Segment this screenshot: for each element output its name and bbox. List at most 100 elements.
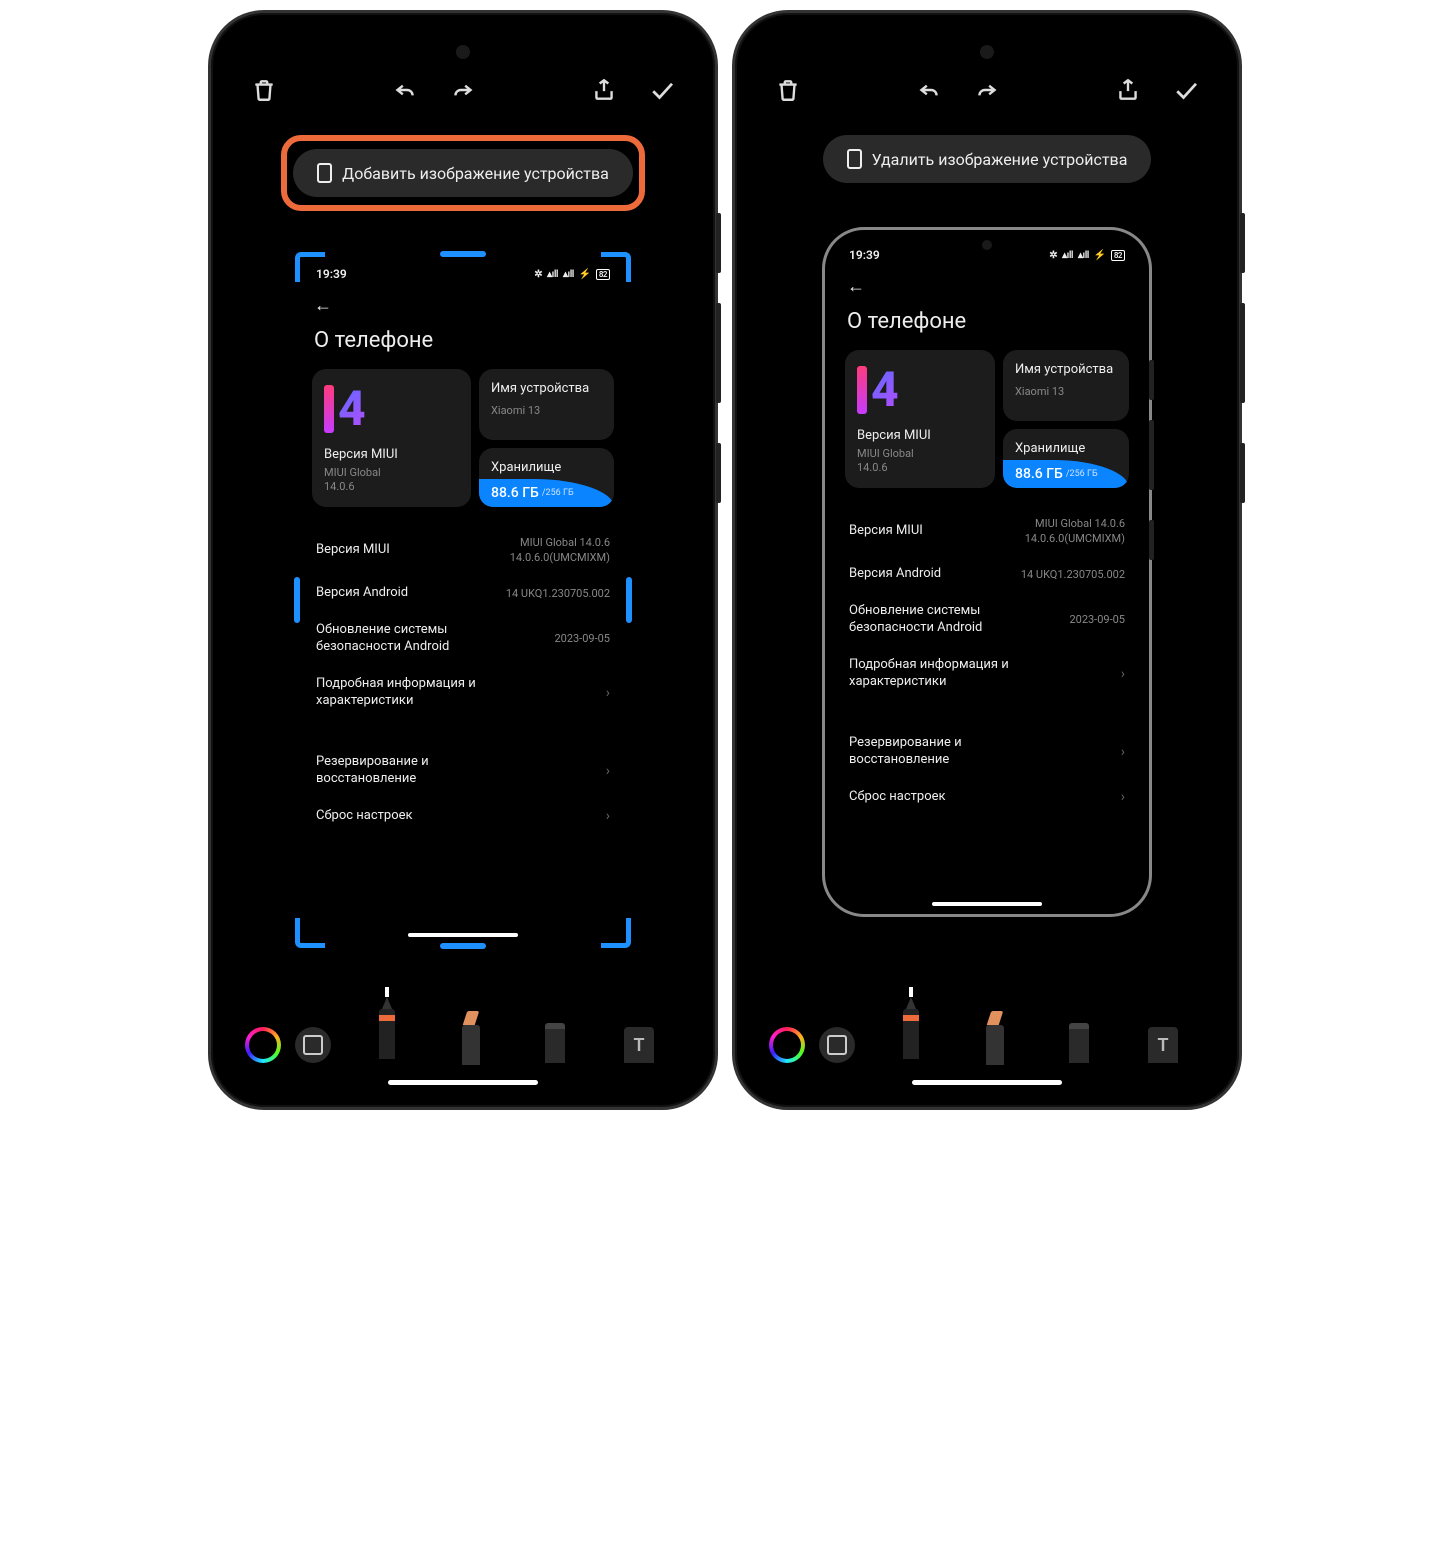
delete-icon[interactable] bbox=[771, 73, 805, 107]
side-button bbox=[716, 213, 721, 273]
page-title: О телефоне bbox=[312, 322, 614, 369]
crop-frame[interactable]: 19:39 ✲▴ıll▴ıll⚡82 ← О телефоне 4 Версия… bbox=[298, 255, 628, 945]
drawing-toolbar: T bbox=[749, 983, 1225, 1093]
list-item[interactable]: Обновление системы безопасности Android2… bbox=[312, 612, 614, 666]
miui-version-card[interactable]: 4 Версия MIUI MIUI Global14.0.6 bbox=[312, 369, 471, 507]
storage-bar: 88.6 ГБ /256 ГБ bbox=[479, 479, 614, 507]
pen-tool[interactable] bbox=[370, 987, 404, 1067]
info-list: Версия MIUIMIUI Global 14.0.614.0.6.0(UM… bbox=[845, 506, 1129, 816]
list-item[interactable]: Версия MIUIMIUI Global 14.0.614.0.6.0(UM… bbox=[845, 506, 1129, 557]
storage-card[interactable]: Хранилище Занято 88.6 ГБ /256 ГБ bbox=[1003, 429, 1129, 488]
screenshot-content: 19:39 ✲▴ıll▴ıll⚡82 ← О телефоне 4 Версия… bbox=[831, 236, 1143, 908]
crop-handle[interactable] bbox=[626, 577, 632, 623]
marker-tool[interactable] bbox=[978, 1011, 1012, 1067]
share-icon[interactable] bbox=[1111, 73, 1145, 107]
status-time: 19:39 bbox=[849, 248, 880, 262]
side-button bbox=[1149, 420, 1154, 490]
device-name-card[interactable]: Имя устройства Xiaomi 13 bbox=[1003, 350, 1129, 421]
crop-handle[interactable] bbox=[601, 252, 631, 282]
crop-handle[interactable] bbox=[294, 577, 300, 623]
undo-icon[interactable] bbox=[912, 73, 946, 107]
camera-dot bbox=[982, 240, 992, 250]
camera-dot bbox=[980, 45, 994, 59]
home-indicator bbox=[932, 902, 1042, 906]
back-icon[interactable]: ← bbox=[845, 272, 1129, 303]
chevron-right-icon: › bbox=[606, 685, 610, 701]
side-button bbox=[716, 443, 721, 503]
device-name-card[interactable]: Имя устройства Xiaomi 13 bbox=[479, 369, 614, 440]
list-item[interactable]: Версия Android14 UKQ1.230705.002 bbox=[312, 575, 614, 612]
undo-icon[interactable] bbox=[388, 73, 422, 107]
list-item[interactable]: Версия Android14 UKQ1.230705.002 bbox=[845, 556, 1129, 593]
eraser-tool[interactable] bbox=[1062, 1023, 1096, 1067]
redo-icon[interactable] bbox=[446, 73, 480, 107]
device-frame-preview[interactable]: 19:39 ✲▴ıll▴ıll⚡82 ← О телефоне 4 Версия… bbox=[822, 227, 1152, 917]
storage-bar: 88.6 ГБ /256 ГБ bbox=[1003, 460, 1129, 488]
delete-icon[interactable] bbox=[247, 73, 281, 107]
text-tool[interactable]: T bbox=[622, 1027, 656, 1067]
phone-mockup-left: Добавить изображение устройства 19:39 ✲▴… bbox=[208, 10, 718, 1110]
chevron-right-icon: › bbox=[1121, 744, 1125, 760]
list-item[interactable]: Обновление системы безопасности Android2… bbox=[845, 593, 1129, 647]
remove-device-frame-button[interactable]: Удалить изображение устройства bbox=[823, 135, 1152, 183]
crop-handle[interactable] bbox=[295, 918, 325, 948]
editor-toolbar bbox=[749, 27, 1225, 117]
side-button bbox=[716, 303, 721, 403]
pen-tool[interactable] bbox=[894, 987, 928, 1067]
pill-label: Добавить изображение устройства bbox=[342, 164, 609, 183]
status-icons: ✲▴ıll▴ıll⚡82 bbox=[1049, 248, 1125, 262]
list-item[interactable]: Подробная информация и характеристики› bbox=[845, 647, 1129, 701]
info-list: Версия MIUIMIUI Global 14.0.614.0.6.0(UM… bbox=[312, 525, 614, 835]
chevron-right-icon: › bbox=[1121, 789, 1125, 805]
drawing-toolbar: T bbox=[225, 983, 701, 1093]
redo-icon[interactable] bbox=[970, 73, 1004, 107]
list-item[interactable]: Сброс настроек› bbox=[845, 779, 1129, 816]
storage-card[interactable]: Хранилище Занято 88.6 ГБ /256 ГБ bbox=[479, 448, 614, 507]
chevron-right-icon: › bbox=[606, 763, 610, 779]
list-item[interactable]: Сброс настроек› bbox=[312, 798, 614, 835]
pill-label: Удалить изображение устройства bbox=[872, 150, 1128, 169]
status-icons: ✲▴ıll▴ıll⚡82 bbox=[534, 267, 610, 281]
text-tool[interactable]: T bbox=[1146, 1027, 1180, 1067]
confirm-icon[interactable] bbox=[645, 73, 679, 107]
chevron-right-icon: › bbox=[1121, 666, 1125, 682]
share-icon[interactable] bbox=[587, 73, 621, 107]
crop-handle[interactable] bbox=[440, 251, 486, 257]
home-indicator bbox=[388, 1080, 538, 1085]
list-item[interactable]: Резервирование и восстановление› bbox=[845, 725, 1129, 779]
side-button bbox=[1240, 443, 1245, 503]
device-icon bbox=[317, 163, 332, 183]
eraser-tool[interactable] bbox=[538, 1023, 572, 1067]
list-item[interactable]: Версия MIUIMIUI Global 14.0.614.0.6.0(UM… bbox=[312, 525, 614, 576]
home-indicator bbox=[912, 1080, 1062, 1085]
marker-tool[interactable] bbox=[454, 1011, 488, 1067]
side-button bbox=[1149, 360, 1154, 400]
list-item[interactable]: Подробная информация и характеристики› bbox=[312, 666, 614, 720]
page-title: О телефоне bbox=[845, 303, 1129, 350]
crop-handle[interactable] bbox=[295, 252, 325, 282]
camera-dot bbox=[456, 45, 470, 59]
side-button bbox=[1240, 303, 1245, 403]
back-icon[interactable]: ← bbox=[312, 291, 614, 322]
highlight-annotation: Добавить изображение устройства bbox=[281, 135, 645, 211]
miui-version-card[interactable]: 4 Версия MIUI MIUI Global14.0.6 bbox=[845, 350, 995, 488]
editor-toolbar bbox=[225, 27, 701, 117]
home-indicator bbox=[408, 933, 518, 937]
crop-handle[interactable] bbox=[440, 943, 486, 949]
crop-handle[interactable] bbox=[601, 918, 631, 948]
device-icon bbox=[847, 149, 862, 169]
chevron-right-icon: › bbox=[606, 808, 610, 824]
screenshot-content: 19:39 ✲▴ıll▴ıll⚡82 ← О телефоне 4 Версия… bbox=[298, 255, 628, 945]
list-item[interactable]: Резервирование и восстановление› bbox=[312, 744, 614, 798]
phone-mockup-right: Удалить изображение устройства 19:39 ✲▴ı… bbox=[732, 10, 1242, 1110]
color-picker-button[interactable] bbox=[769, 1027, 805, 1063]
miui-logo: 4 bbox=[857, 362, 983, 418]
shape-tool-button[interactable] bbox=[295, 1027, 331, 1063]
add-device-frame-button[interactable]: Добавить изображение устройства bbox=[293, 149, 633, 197]
shape-tool-button[interactable] bbox=[819, 1027, 855, 1063]
side-button bbox=[1149, 520, 1154, 560]
miui-logo: 4 bbox=[324, 381, 459, 437]
side-button bbox=[1240, 213, 1245, 273]
confirm-icon[interactable] bbox=[1169, 73, 1203, 107]
color-picker-button[interactable] bbox=[245, 1027, 281, 1063]
